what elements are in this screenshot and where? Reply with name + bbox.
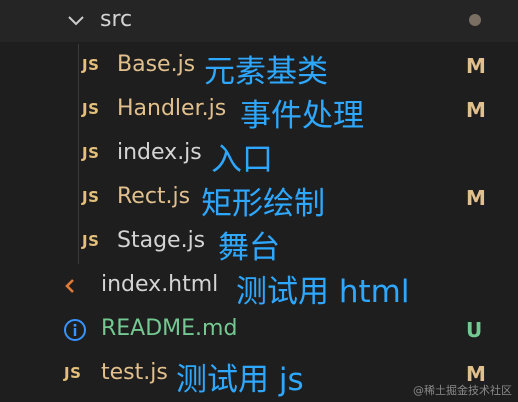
file-name: test.js (101, 360, 168, 385)
file-name: Handler.js (117, 96, 227, 121)
info-icon (64, 319, 86, 341)
folder-status-dot (469, 14, 481, 26)
file-row-readme-md[interactable]: README.md U (0, 308, 518, 352)
file-row-index-html[interactable]: index.html 测试用 html (0, 264, 518, 310)
file-row-rect-js[interactable]: JS Rect.js 矩形绘制 M (0, 176, 518, 222)
file-name: index.js (117, 140, 202, 165)
file-name: Rect.js (117, 184, 191, 209)
annotation-label: 测试用 js (176, 362, 304, 398)
file-name: Base.js (117, 52, 196, 77)
js-icon: JS (82, 100, 100, 118)
annotation-label: 入口 (211, 142, 273, 178)
annotation-label: 事件处理 (240, 98, 364, 134)
git-status-badge: M (466, 98, 486, 122)
js-icon: JS (82, 56, 100, 74)
annotation-label: 矩形绘制 (201, 186, 325, 222)
file-row-index-js[interactable]: JS index.js 入口 (0, 132, 518, 178)
file-row-handler-js[interactable]: JS Handler.js 事件处理 M (0, 88, 518, 134)
js-icon: JS (82, 188, 100, 206)
git-status-badge: M (466, 186, 486, 210)
file-row-stage-js[interactable]: JS Stage.js 舞台 (0, 220, 518, 266)
file-name: index.html (101, 272, 219, 297)
js-icon: JS (82, 232, 100, 250)
annotation-label: 元素基类 (204, 54, 328, 90)
html-icon (65, 279, 74, 293)
git-status-badge: U (466, 318, 483, 342)
js-icon: JS (64, 364, 82, 382)
folder-name: src (100, 7, 133, 32)
file-row-base-js[interactable]: JS Base.js 元素基类 M (0, 44, 518, 90)
annotation-label: 舞台 (218, 230, 280, 266)
watermark: @稀土掘金技术社区 (413, 384, 512, 397)
file-name: README.md (101, 316, 238, 341)
folder-row-src[interactable]: src (0, 0, 518, 44)
js-icon: JS (82, 144, 100, 162)
file-name: Stage.js (117, 228, 206, 253)
git-status-badge: M (466, 54, 486, 78)
annotation-label: 测试用 html (236, 274, 410, 310)
chevron-down-icon[interactable] (64, 8, 88, 32)
